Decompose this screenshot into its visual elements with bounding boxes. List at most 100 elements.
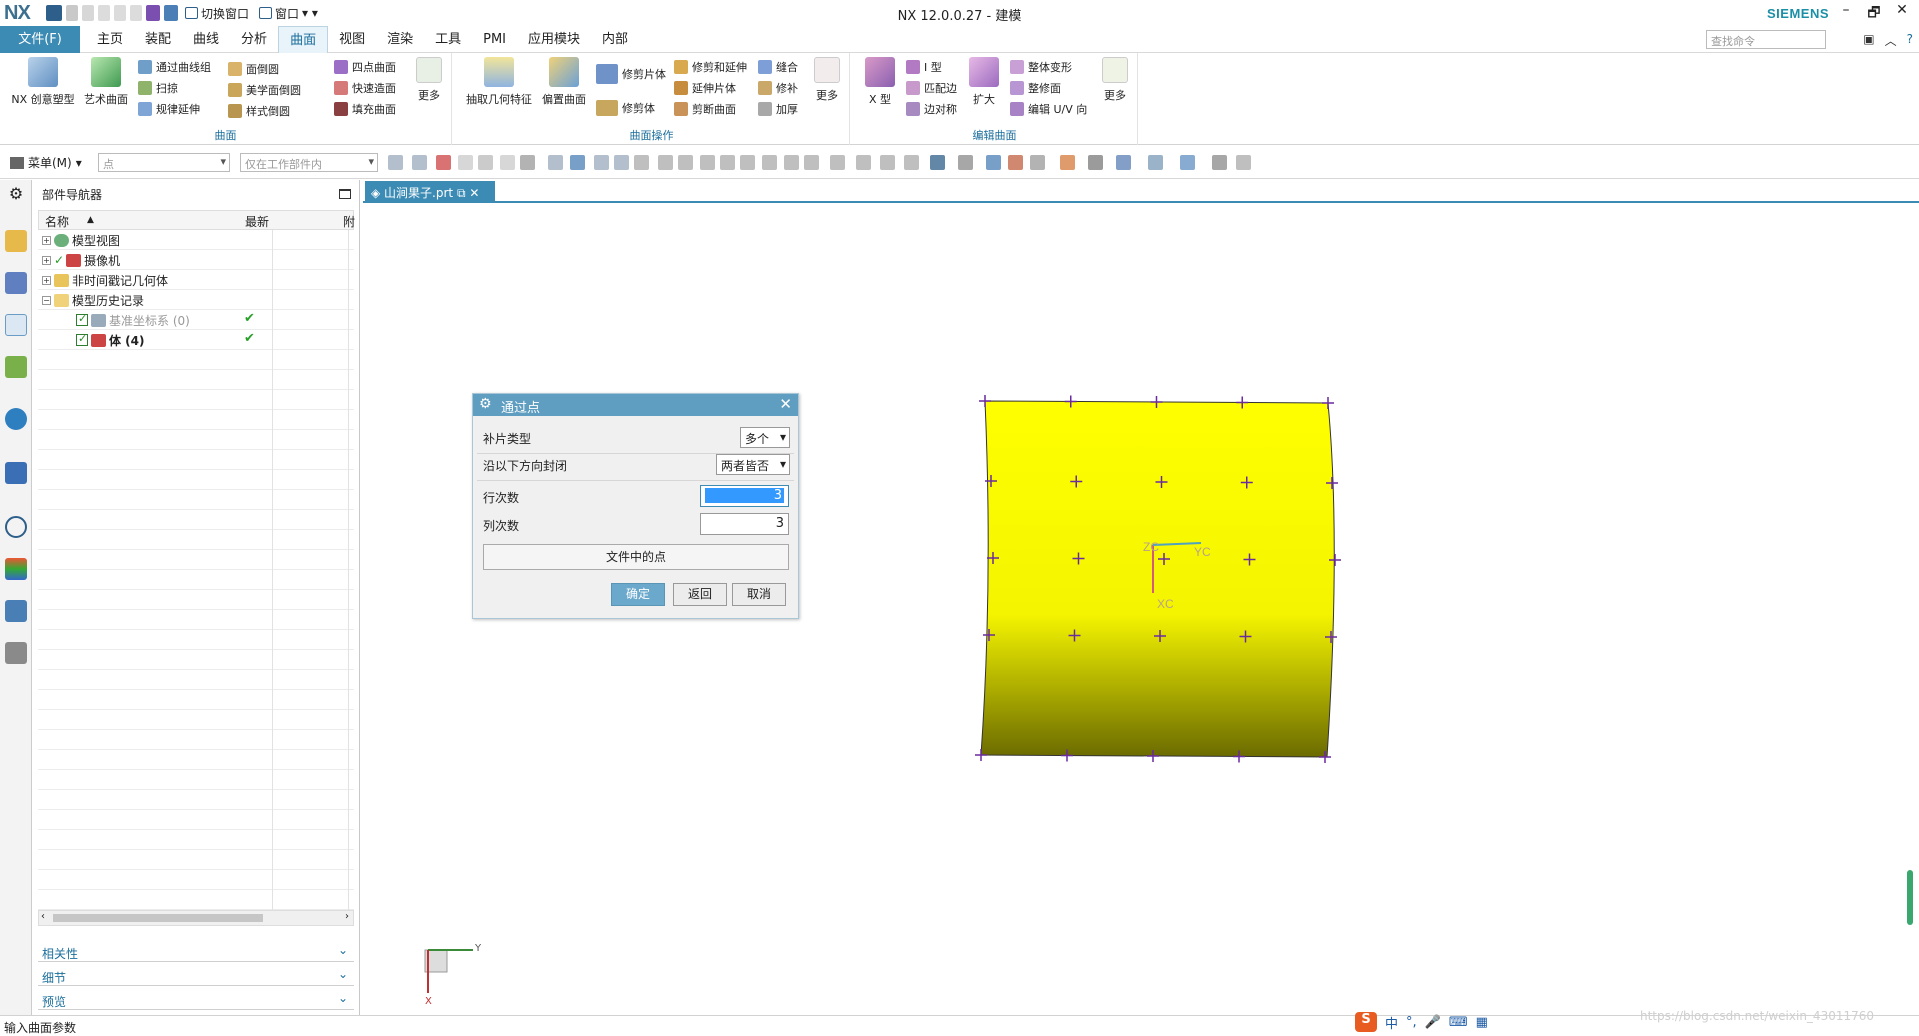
- patch-type-select[interactable]: 多个: [740, 427, 790, 448]
- details-panel[interactable]: 细节 ⌄: [38, 966, 354, 986]
- tab-pin-icon[interactable]: ⧉: [453, 186, 469, 200]
- trim-sheet-button[interactable]: 修剪片体: [596, 64, 666, 84]
- tab-pmi[interactable]: PMI: [472, 26, 517, 53]
- surface-more-button[interactable]: 更多: [412, 57, 446, 103]
- scroll-right-icon[interactable]: ›: [345, 911, 349, 922]
- selection-tool-icon[interactable]: [830, 155, 845, 170]
- ime-language-toggle[interactable]: 中: [1385, 1013, 1398, 1032]
- tab-internal[interactable]: 内部: [591, 26, 639, 53]
- command-search-input[interactable]: 查找命令: [1706, 30, 1826, 49]
- tab-analysis[interactable]: 分析: [230, 26, 278, 53]
- punctuation-icon[interactable]: °,: [1406, 1015, 1417, 1030]
- match-edge-button[interactable]: 匹配边: [906, 79, 957, 97]
- maximize-panel-icon[interactable]: [339, 189, 351, 199]
- selection-tool-icon[interactable]: [700, 155, 715, 170]
- selection-tool-icon[interactable]: [500, 155, 515, 170]
- quick-surface-button[interactable]: 快速造面: [334, 79, 396, 97]
- closed-along-select[interactable]: 两者皆否: [716, 454, 790, 475]
- scroll-thumb[interactable]: [53, 914, 263, 922]
- selection-tool-icon[interactable]: [570, 155, 585, 170]
- x-form-button[interactable]: X 型: [860, 57, 900, 107]
- collapse-ribbon-icon[interactable]: ︿: [1885, 32, 1897, 49]
- sweep-button[interactable]: 扫掠: [138, 79, 178, 97]
- selection-tool-icon[interactable]: [904, 155, 919, 170]
- microphone-icon[interactable]: 🎤: [1425, 1015, 1441, 1030]
- fill-surface-button[interactable]: 填充曲面: [334, 100, 396, 118]
- selection-tool-icon[interactable]: [1116, 155, 1131, 170]
- aesthetic-blend-button[interactable]: 美学面倒圆: [228, 81, 301, 99]
- edge-symmetry-button[interactable]: 边对称: [906, 100, 957, 118]
- ime-logo-icon[interactable]: S: [1355, 1012, 1377, 1032]
- dialog-settings-gear-icon[interactable]: ⚙: [479, 396, 492, 412]
- reuse-library-icon[interactable]: [5, 356, 27, 378]
- tab-applications[interactable]: 应用模块: [517, 26, 591, 53]
- info-icon[interactable]: [5, 408, 27, 430]
- selection-tool-icon[interactable]: [740, 155, 755, 170]
- tab-curve[interactable]: 曲线: [182, 26, 230, 53]
- file-menu-button[interactable]: 文件(F): [0, 26, 80, 53]
- thicken-button[interactable]: 加厚: [758, 100, 798, 118]
- column-extra-header[interactable]: 附: [343, 213, 355, 230]
- document-tab[interactable]: ◈ 山涧果子.prt ⧉ ✕: [365, 181, 495, 201]
- cancel-button[interactable]: 取消: [732, 583, 786, 606]
- column-latest-header[interactable]: 最新: [245, 213, 269, 230]
- minimize-button[interactable]: –: [1835, 2, 1857, 26]
- ok-button[interactable]: 确定: [611, 583, 665, 606]
- tab-tools[interactable]: 工具: [424, 26, 472, 53]
- extract-geometry-button[interactable]: 抽取几何特征: [464, 57, 534, 107]
- yellow-surface[interactable]: [980, 400, 1335, 758]
- selection-tool-icon[interactable]: [388, 155, 403, 170]
- tab-home[interactable]: 主页: [86, 26, 134, 53]
- scope-filter-select[interactable]: 仅在工作部件内: [240, 153, 378, 172]
- law-extension-button[interactable]: 规律延伸: [138, 100, 200, 118]
- tree-node-cameras[interactable]: + ✓ 摄像机: [42, 250, 120, 270]
- styled-blend-button[interactable]: 样式倒圆: [228, 102, 290, 120]
- sew-button[interactable]: 缝合: [758, 58, 798, 76]
- selection-tool-icon[interactable]: [412, 155, 427, 170]
- selection-tool-icon[interactable]: [1060, 155, 1075, 170]
- selection-tool-icon[interactable]: [784, 155, 799, 170]
- trim-extend-button[interactable]: 修剪和延伸: [674, 58, 747, 76]
- selection-tool-icon[interactable]: [436, 155, 451, 170]
- selection-tool-icon[interactable]: [458, 155, 473, 170]
- help-icon[interactable]: ?: [1907, 32, 1913, 49]
- close-button[interactable]: ✕: [1891, 2, 1913, 26]
- settings-gear-icon[interactable]: ⚙: [5, 184, 27, 206]
- points-from-file-button[interactable]: 文件中的点: [483, 544, 789, 570]
- selection-tool-icon[interactable]: [762, 155, 777, 170]
- selection-tool-icon[interactable]: [1236, 155, 1251, 170]
- selection-tool-icon[interactable]: [548, 155, 563, 170]
- visibility-checkbox[interactable]: [76, 312, 88, 326]
- face-blend-button[interactable]: 面倒圆: [228, 60, 279, 78]
- enlarge-button[interactable]: 扩大: [964, 57, 1004, 107]
- four-point-surface-button[interactable]: 四点曲面: [334, 58, 396, 76]
- trim-body-button[interactable]: 修剪体: [596, 99, 655, 117]
- ime-menu-icon[interactable]: ▦: [1476, 1015, 1488, 1030]
- global-deform-button[interactable]: 整体变形: [1010, 58, 1072, 76]
- selection-tool-icon[interactable]: [880, 155, 895, 170]
- selection-tool-icon[interactable]: [1180, 155, 1195, 170]
- row-degree-input[interactable]: 3: [700, 485, 789, 507]
- extend-sheet-button[interactable]: 延伸片体: [674, 79, 736, 97]
- sort-ascending-icon[interactable]: ▲: [87, 215, 94, 225]
- constraint-navigator-icon[interactable]: [5, 272, 27, 294]
- tab-view[interactable]: 视图: [328, 26, 376, 53]
- art-surface-button[interactable]: 艺术曲面: [80, 57, 132, 107]
- tree-node-model-history[interactable]: − 模型历史记录: [42, 290, 144, 310]
- scroll-left-icon[interactable]: ‹: [41, 911, 45, 922]
- dialog-close-icon[interactable]: ✕: [779, 395, 792, 413]
- ribbon-options-icon[interactable]: ▣: [1863, 32, 1874, 49]
- preview-panel[interactable]: 预览 ⌄: [38, 990, 354, 1010]
- tree-node-datum-csys[interactable]: 基准坐标系 (0): [76, 310, 190, 330]
- column-name-header[interactable]: 名称: [45, 213, 69, 230]
- assembly-navigator-icon[interactable]: [5, 230, 27, 252]
- selection-tool-icon[interactable]: [986, 155, 1001, 170]
- dependencies-panel[interactable]: 相关性 ⌄: [38, 942, 354, 962]
- restore-button[interactable]: 🗗: [1863, 2, 1885, 26]
- selection-tool-icon[interactable]: [658, 155, 673, 170]
- edit-uv-button[interactable]: 编辑 U/V 向: [1010, 100, 1087, 118]
- offset-surface-button[interactable]: 偏置曲面: [538, 57, 590, 107]
- selection-tool-icon[interactable]: [1030, 155, 1045, 170]
- collapse-icon[interactable]: −: [42, 295, 51, 305]
- ops-more-button[interactable]: 更多: [810, 57, 844, 103]
